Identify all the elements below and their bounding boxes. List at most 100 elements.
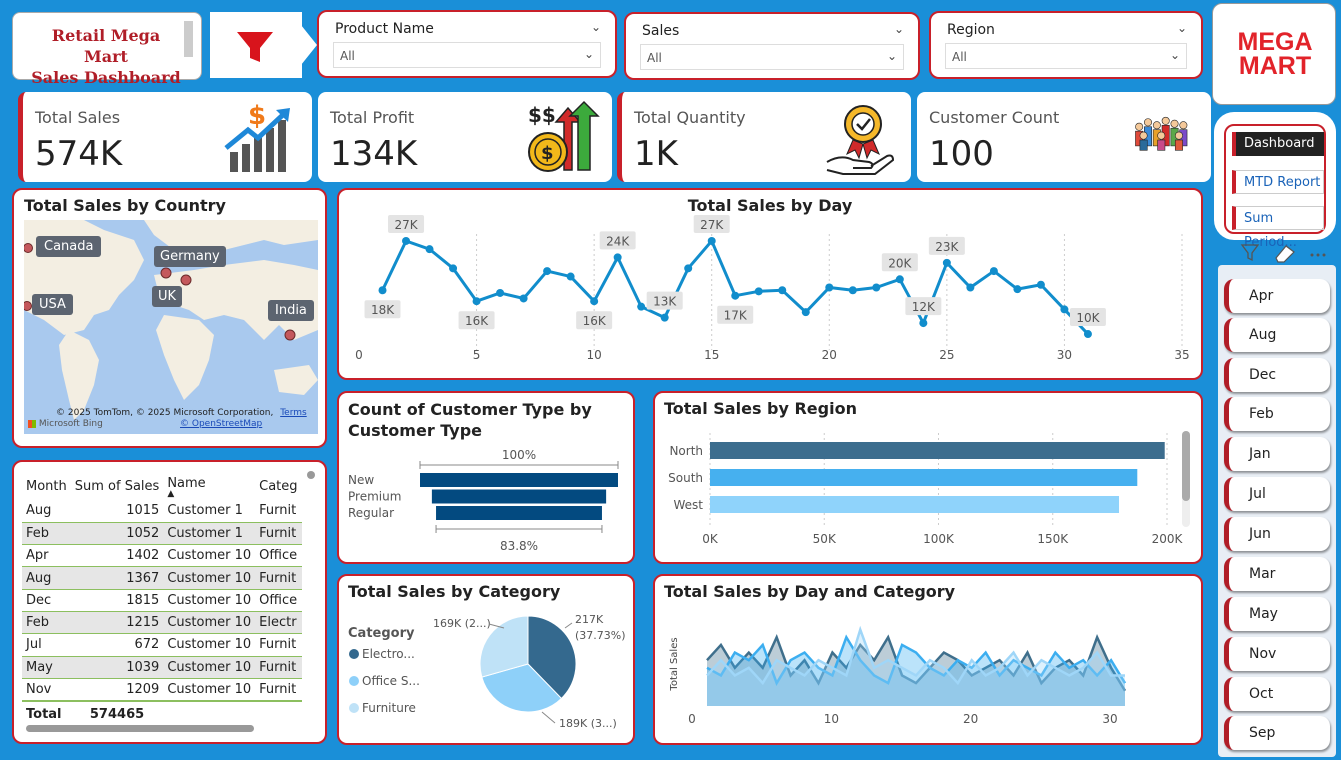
legend-title: Category <box>348 626 415 641</box>
kpi-card-total-profit: Total Profit 134K $ $$ <box>318 92 612 182</box>
table-row[interactable]: Feb 1052 Customer 1 Furnit <box>22 522 302 546</box>
x-tick-label: 35 <box>1174 348 1189 362</box>
table-row[interactable]: Aug 1015 Customer 1 Furnit <box>22 500 302 523</box>
funnel-bar <box>420 473 618 487</box>
month-button-apr[interactable]: Apr <box>1224 279 1330 313</box>
data-point <box>590 297 599 306</box>
data-point <box>731 291 740 300</box>
kpi-label: Total Sales <box>35 108 121 127</box>
dashboard-nav-button[interactable]: Dashboard <box>1232 132 1324 156</box>
mtd-report-nav-button[interactable]: MTD Report <box>1232 170 1324 194</box>
sales-slicer[interactable]: Sales ⌄ All ⌄ <box>624 12 920 80</box>
month-button-oct[interactable]: Oct <box>1224 677 1330 711</box>
data-label: 27K <box>388 214 425 233</box>
cell-sum-of-sales: 1815 <box>70 589 164 612</box>
sales-by-day-line-chart[interactable]: 0 5 10 15 20 25 30 35 18K 27K 16K 16K 24K 13K 27K 17K 20… <box>339 190 1201 378</box>
cell-category: Office <box>255 589 302 612</box>
data-point <box>895 275 904 284</box>
sales-by-day-category-area-chart[interactable]: Total Sales 0 10 20 30 <box>655 576 1201 743</box>
chevron-down-icon[interactable]: ⌄ <box>1177 21 1187 35</box>
column-header-name[interactable]: Name ▲ <box>163 472 255 500</box>
leader-line <box>541 711 556 724</box>
cell-sum-of-sales: 1215 <box>70 611 164 635</box>
month-button-aug[interactable]: Aug <box>1224 318 1330 352</box>
table-row[interactable]: Jul 672 Customer 10 Furnit <box>22 633 302 657</box>
chevron-down-icon[interactable]: ⌄ <box>591 20 601 34</box>
category-label: Premium <box>348 490 401 504</box>
region-slicer[interactable]: Region ⌄ All ⌄ <box>929 11 1203 79</box>
kpi-label: Customer Count <box>929 108 1060 127</box>
table-vertical-scrollbar[interactable] <box>307 471 315 479</box>
table-horizontal-scrollbar[interactable] <box>26 725 254 732</box>
eraser-icon[interactable] <box>1275 245 1295 263</box>
region-scrollbar-track[interactable] <box>1182 431 1190 527</box>
filter-toggle-button[interactable] <box>210 12 302 78</box>
cell-name: Customer 10 <box>163 656 256 679</box>
data-point <box>778 286 787 295</box>
data-label: 27K <box>693 214 730 233</box>
month-button-jul[interactable]: Jul <box>1224 477 1330 511</box>
data-point <box>754 287 763 296</box>
table-row[interactable]: Nov 1209 Customer 10 Furnit <box>22 678 302 702</box>
legend-marker <box>349 703 359 713</box>
map-terms-link[interactable]: Terms <box>280 408 307 418</box>
x-tick-label: 200K <box>1152 532 1184 546</box>
month-button-mar[interactable]: Mar <box>1224 557 1330 591</box>
sales-table-card: Month Sum of Sales Name ▲ Categ Aug 1015 Cu… <box>12 460 327 744</box>
map-label-usa: USA <box>32 294 73 315</box>
map-label-india: India <box>268 300 314 321</box>
svg-text:$: $ <box>541 143 554 164</box>
table-row[interactable]: Apr 1402 Customer 10 Office <box>22 544 302 568</box>
legend-label: Office S... <box>362 674 420 688</box>
filter-icon[interactable] <box>1240 244 1260 262</box>
sales-by-day-category-card: Total Sales by Day and Category Total Sa… <box>653 574 1203 745</box>
more-options-icon[interactable] <box>1310 253 1326 257</box>
month-button-sep[interactable]: Sep <box>1224 716 1330 750</box>
month-button-nov[interactable]: Nov <box>1224 637 1330 671</box>
table-row[interactable]: Feb 1215 Customer 10 Electr <box>22 611 302 635</box>
region-scrollbar-thumb[interactable] <box>1182 431 1190 501</box>
data-point <box>496 288 505 297</box>
customer-type-card: Count of Customer Type by Customer Type … <box>337 391 635 564</box>
data-label: 20K <box>881 253 918 272</box>
cell-month: Feb <box>22 522 71 546</box>
sales-growth-icon: $ <box>224 101 290 172</box>
product-name-slicer[interactable]: Product Name ⌄ All ⌄ <box>317 10 617 78</box>
sales-by-category-pie-chart[interactable]: Category Electro... Office S... Furniture 21… <box>339 576 633 743</box>
sum-period-nav-button[interactable]: Sum Period... <box>1232 206 1324 250</box>
quality-badge-hand-icon <box>826 105 895 175</box>
bing-label: Microsoft Bing <box>38 419 103 429</box>
column-header-category[interactable]: Categ <box>255 472 301 500</box>
legend-label: Electro... <box>362 647 415 661</box>
cell-month: Apr <box>22 544 71 568</box>
slice-label: 189K (3...) <box>559 717 617 730</box>
table-row[interactable]: Aug 1367 Customer 10 Furnit <box>22 566 302 590</box>
month-button-may[interactable]: May <box>1224 597 1330 631</box>
x-tick-label: 30 <box>1057 348 1072 362</box>
slicer-value: All <box>647 51 662 65</box>
month-button-feb[interactable]: Feb <box>1224 397 1330 431</box>
sales-by-region-bar-chart[interactable]: 0K 50K 100K 150K 200K North South West <box>655 393 1201 562</box>
svg-text:$$: $$ <box>528 103 556 127</box>
month-button-jun[interactable]: Jun <box>1224 517 1330 551</box>
data-point <box>801 308 810 317</box>
data-point <box>848 286 857 295</box>
customer-type-funnel-chart[interactable]: 100% New Premium Regular 83.8% <box>339 393 633 562</box>
sales-dropdown[interactable]: All ⌄ <box>640 44 904 70</box>
table-row[interactable]: Dec 1815 Customer 10 Office <box>22 589 302 612</box>
region-dropdown[interactable]: All ⌄ <box>945 43 1187 69</box>
page-navigation-frame: Dashboard MTD Report Sum Period... <box>1224 124 1326 250</box>
chevron-down-icon[interactable]: ⌄ <box>894 22 904 36</box>
kpi-card-total-sales: Total Sales 574K $ <box>18 92 312 182</box>
total-value: 574465 <box>89 706 145 722</box>
product-name-dropdown[interactable]: All ⌄ <box>333 42 601 68</box>
month-button-dec[interactable]: Dec <box>1224 358 1330 392</box>
category-label: Regular <box>348 506 394 520</box>
table-row[interactable]: May 1039 Customer 10 Furnit <box>22 656 302 679</box>
column-header-sum-of-sales[interactable]: Sum of Sales <box>71 472 164 500</box>
column-header-month[interactable]: Month <box>22 472 71 500</box>
openstreetmap-link[interactable]: © OpenStreetMap <box>180 419 262 429</box>
month-button-jan[interactable]: Jan <box>1224 437 1330 471</box>
cell-category: Electr <box>255 611 302 635</box>
data-label: 18K <box>364 300 401 319</box>
